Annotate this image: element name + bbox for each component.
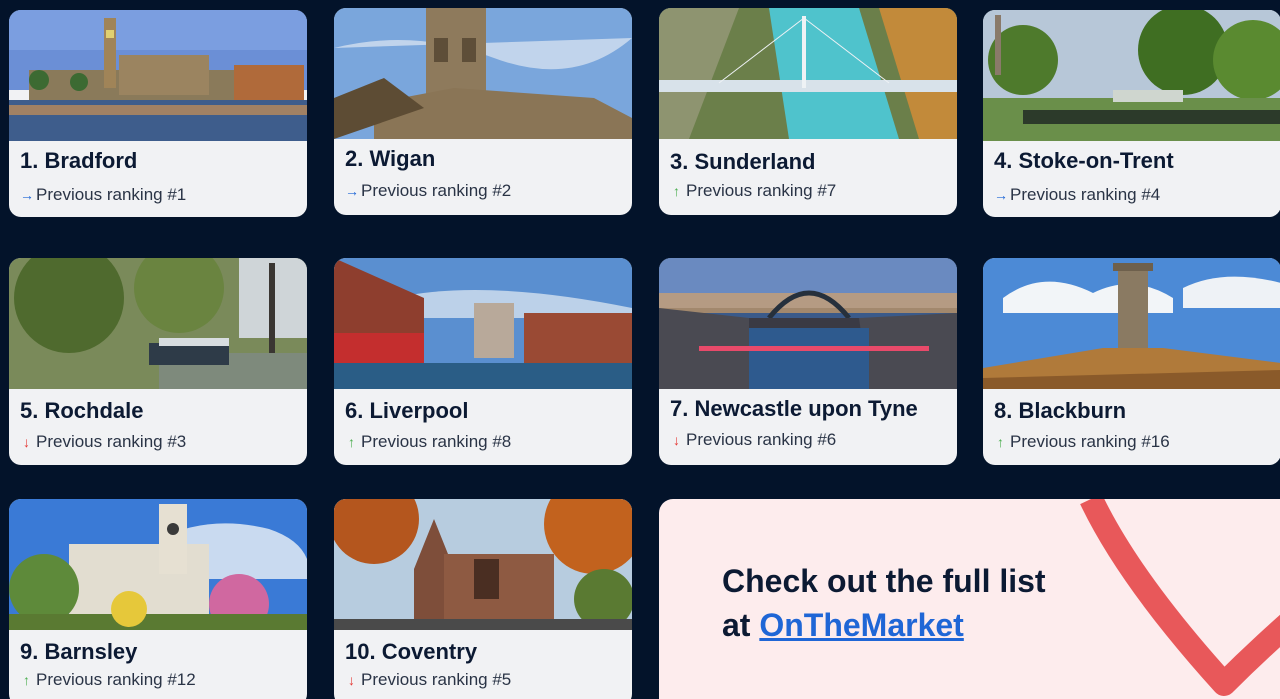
card-title: 4. Stoke-on-Trent	[994, 148, 1174, 173]
arrow-down-icon: ↓	[348, 672, 355, 688]
previous-ranking-text: Previous ranking #12	[36, 670, 196, 689]
stoke-on-trent-photo	[983, 10, 1280, 141]
arrow-up-icon: ↑	[673, 183, 680, 199]
previous-ranking: ↑ Previous ranking #7	[670, 181, 836, 201]
city-card-barnsley[interactable]: 9. Barnsley ↑ Previous ranking #12	[9, 499, 307, 699]
previous-ranking: ↓ Previous ranking #3	[20, 432, 186, 452]
city-card-stoke-on-trent[interactable]: 4. Stoke-on-Trent → Previous ranking #4	[983, 10, 1280, 217]
bradford-photo	[9, 10, 307, 141]
card-title: 2. Wigan	[345, 146, 436, 171]
card-title: 3. Sunderland	[670, 149, 816, 174]
city-card-blackburn[interactable]: 8. Blackburn ↑ Previous ranking #16	[983, 258, 1280, 465]
previous-ranking-text: Previous ranking #3	[36, 432, 187, 451]
barnsley-photo	[9, 499, 307, 630]
cta-heading: Check out the full list at OnTheMarket	[722, 559, 1046, 647]
previous-ranking: ↓ Previous ranking #6	[670, 430, 836, 450]
city-card-bradford[interactable]: 1. Bradford → Previous ranking #1	[9, 10, 307, 217]
previous-ranking: → Previous ranking #2	[345, 181, 511, 201]
previous-ranking: → Previous ranking #4	[994, 185, 1160, 205]
card-title: 1. Bradford	[20, 148, 138, 173]
card-title: 10. Coventry	[345, 639, 478, 664]
card-title: 8. Blackburn	[994, 398, 1127, 423]
cta-line-2: at OnTheMarket	[722, 603, 1046, 647]
card-title: 7. Newcastle upon Tyne	[670, 396, 918, 421]
previous-ranking: → Previous ranking #1	[20, 185, 186, 205]
previous-ranking-text: Previous ranking #5	[361, 670, 512, 689]
card-title: 9. Barnsley	[20, 639, 138, 664]
city-card-liverpool[interactable]: 6. Liverpool ↑ Previous ranking #8	[334, 258, 632, 465]
newcastle-photo	[659, 258, 957, 389]
coventry-photo	[334, 499, 632, 630]
city-card-wigan[interactable]: 2. Wigan → Previous ranking #2	[334, 8, 632, 215]
city-card-coventry[interactable]: 10. Coventry ↓ Previous ranking #5	[334, 499, 632, 699]
arrow-up-icon: ↑	[997, 434, 1004, 450]
rochdale-photo	[9, 258, 307, 389]
onthemarket-link[interactable]: OnTheMarket	[759, 607, 963, 643]
city-card-newcastle-upon-tyne[interactable]: 7. Newcastle upon Tyne ↓ Previous rankin…	[659, 258, 957, 465]
previous-ranking: ↑ Previous ranking #12	[20, 670, 196, 690]
arrow-right-icon: →	[20, 187, 34, 203]
arrow-down-icon: ↓	[673, 432, 680, 448]
previous-ranking-text: Previous ranking #7	[686, 181, 837, 200]
previous-ranking: ↓ Previous ranking #5	[345, 670, 511, 690]
arrow-up-icon: ↑	[348, 434, 355, 450]
wigan-photo	[334, 8, 632, 139]
arrow-down-icon: ↓	[23, 434, 30, 450]
previous-ranking-text: Previous ranking #16	[1010, 432, 1170, 451]
city-card-sunderland[interactable]: 3. Sunderland ↑ Previous ranking #7	[659, 8, 957, 215]
previous-ranking: ↑ Previous ranking #16	[994, 432, 1170, 452]
previous-ranking-text: Previous ranking #8	[361, 432, 512, 451]
liverpool-photo	[334, 258, 632, 389]
blackburn-photo	[983, 258, 1280, 389]
city-card-rochdale[interactable]: 5. Rochdale ↓ Previous ranking #3	[9, 258, 307, 465]
card-title: 6. Liverpool	[345, 398, 469, 423]
arrow-right-icon: →	[994, 187, 1008, 203]
full-list-cta-panel: Check out the full list at OnTheMarket	[659, 499, 1280, 699]
arrow-up-icon: ↑	[23, 672, 30, 688]
card-title: 5. Rochdale	[20, 398, 144, 423]
sunderland-photo	[659, 8, 957, 139]
previous-ranking-text: Previous ranking #2	[361, 181, 512, 200]
previous-ranking-text: Previous ranking #6	[686, 430, 837, 449]
previous-ranking-text: Previous ranking #1	[36, 185, 187, 204]
arrow-right-icon: →	[345, 183, 359, 199]
cta-line-2-prefix: at	[722, 607, 760, 643]
cta-line-1: Check out the full list	[722, 563, 1046, 599]
previous-ranking-text: Previous ranking #4	[1010, 185, 1161, 204]
previous-ranking: ↑ Previous ranking #8	[345, 432, 511, 452]
